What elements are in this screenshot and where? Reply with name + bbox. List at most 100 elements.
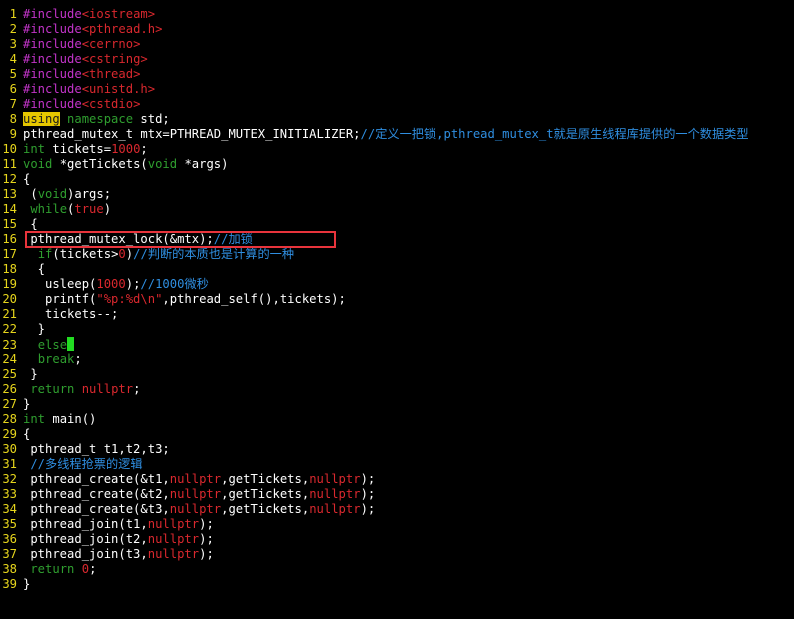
line-number: 19 bbox=[2, 277, 17, 291]
line-code: int tickets=1000; bbox=[23, 142, 148, 156]
code-line[interactable]: 35 pthread_join(t1,nullptr); bbox=[0, 517, 794, 532]
line-number: 38 bbox=[2, 562, 17, 576]
code-line[interactable]: 13 (void)args; bbox=[0, 187, 794, 202]
code-line[interactable]: 38 return 0; bbox=[0, 562, 794, 577]
code-line[interactable]: 34 pthread_create(&t3,nullptr,getTickets… bbox=[0, 502, 794, 517]
code-line[interactable]: 2 #include<pthread.h> bbox=[0, 22, 794, 37]
line-code: else bbox=[23, 337, 75, 352]
code-line[interactable]: 17 if(tickets>0)//判断的本质也是计算的一种 bbox=[0, 247, 794, 262]
line-code: { bbox=[23, 172, 30, 186]
code-token-default: ( bbox=[23, 187, 38, 201]
code-token-string: <cerrno> bbox=[81, 37, 141, 51]
code-token-comment: //1000微秒 bbox=[140, 277, 209, 291]
line-number: 30 bbox=[2, 442, 17, 456]
code-token-default: ); bbox=[199, 517, 214, 531]
code-line[interactable]: 10 int tickets=1000; bbox=[0, 142, 794, 157]
line-number: 31 bbox=[2, 457, 17, 471]
code-line[interactable]: 12 { bbox=[0, 172, 794, 187]
code-line[interactable]: 19 usleep(1000);//1000微秒 bbox=[0, 277, 794, 292]
line-code: while(true) bbox=[23, 202, 111, 216]
code-line[interactable]: 18 { bbox=[0, 262, 794, 277]
code-line[interactable]: 5 #include<thread> bbox=[0, 67, 794, 82]
code-token-default: { bbox=[23, 172, 31, 186]
code-token-default: pthread_join(t3, bbox=[23, 547, 148, 561]
code-token-default: pthread_mutex_t mtx=PTHREAD_MUTEX_INITIA… bbox=[23, 127, 361, 141]
line-number: 22 bbox=[2, 322, 17, 336]
code-token-number: nullptr bbox=[147, 532, 200, 546]
line-code: { bbox=[23, 217, 38, 231]
code-token-string: "%p:%d\n" bbox=[96, 292, 163, 306]
line-code: #include<pthread.h> bbox=[23, 22, 162, 36]
code-line[interactable]: 20 printf("%p:%d\n",pthread_self(),ticke… bbox=[0, 292, 794, 307]
line-number: 7 bbox=[9, 97, 17, 111]
code-token-number: 1000 bbox=[111, 142, 141, 156]
code-line[interactable]: 16 pthread_mutex_lock(&mtx);//加锁 bbox=[0, 232, 794, 247]
code-line[interactable]: 27} bbox=[0, 397, 794, 412]
code-line[interactable]: 3 #include<cerrno> bbox=[0, 37, 794, 52]
line-number: 8 bbox=[9, 112, 17, 126]
code-line[interactable]: 37 pthread_join(t3,nullptr); bbox=[0, 547, 794, 562]
code-token-default bbox=[60, 112, 67, 126]
code-line[interactable]: 6 #include<unistd.h> bbox=[0, 82, 794, 97]
code-line[interactable]: 15 { bbox=[0, 217, 794, 232]
code-line[interactable]: 4 #include<cstring> bbox=[0, 52, 794, 67]
line-code: pthread_mutex_t mtx=PTHREAD_MUTEX_INITIA… bbox=[23, 127, 749, 141]
code-line[interactable]: 32 pthread_create(&t1,nullptr,getTickets… bbox=[0, 472, 794, 487]
code-token-default: } bbox=[23, 397, 31, 411]
line-number: 9 bbox=[9, 127, 17, 141]
code-token-default: ; bbox=[89, 562, 97, 576]
line-number: 20 bbox=[2, 292, 17, 306]
line-code: pthread_mutex_lock(&mtx);//加锁 bbox=[23, 232, 253, 246]
line-number: 36 bbox=[2, 532, 17, 546]
line-code: { bbox=[23, 262, 45, 276]
code-token-default bbox=[23, 247, 38, 261]
line-number: 28 bbox=[2, 412, 17, 426]
code-line[interactable]: 9 pthread_mutex_t mtx=PTHREAD_MUTEX_INITI… bbox=[0, 127, 794, 142]
code-line[interactable]: 14 while(true) bbox=[0, 202, 794, 217]
code-editor[interactable]: 1 #include<iostream> 2 #include<pthread.h> 3… bbox=[0, 7, 794, 592]
line-code: #include<unistd.h> bbox=[23, 82, 155, 96]
line-number: 13 bbox=[2, 187, 17, 201]
code-token-preproc: #include bbox=[23, 52, 82, 66]
line-code: printf("%p:%d\n",pthread_self(),tickets)… bbox=[23, 292, 346, 306]
code-token-comment: //多线程抢票的逻辑 bbox=[30, 457, 143, 471]
code-line[interactable]: 30 pthread_t t1,t2,t3; bbox=[0, 442, 794, 457]
line-code: } bbox=[23, 367, 37, 381]
line-number: 14 bbox=[2, 202, 17, 216]
code-token-preproc: #include bbox=[23, 67, 82, 81]
code-token-preproc: #include bbox=[23, 37, 82, 51]
code-line[interactable]: 29 { bbox=[0, 427, 794, 442]
code-token-default: tickets--; bbox=[23, 307, 119, 321]
code-token-default: ); bbox=[360, 487, 376, 501]
line-number: 37 bbox=[2, 547, 17, 561]
line-code: break; bbox=[23, 352, 82, 366]
line-number: 3 bbox=[9, 37, 17, 51]
code-line[interactable]: 39} bbox=[0, 577, 794, 592]
code-token-number: 0 bbox=[81, 562, 90, 576]
code-line[interactable]: 7 #include<cstdio> bbox=[0, 97, 794, 112]
code-line[interactable]: 28 int main() bbox=[0, 412, 794, 427]
code-line[interactable]: 23 else bbox=[0, 337, 794, 352]
code-line[interactable]: 36 pthread_join(t2,nullptr); bbox=[0, 532, 794, 547]
code-token-number: nullptr bbox=[81, 382, 134, 396]
code-line[interactable]: 1 #include<iostream> bbox=[0, 7, 794, 22]
code-line[interactable]: 22 } bbox=[0, 322, 794, 337]
code-line[interactable]: 11 void *getTickets(void *args) bbox=[0, 157, 794, 172]
code-token-default: ) bbox=[125, 247, 134, 261]
code-token-default: printf( bbox=[23, 292, 97, 306]
code-line[interactable]: 33 pthread_create(&t2,nullptr,getTickets… bbox=[0, 487, 794, 502]
code-line[interactable]: 26 return nullptr; bbox=[0, 382, 794, 397]
line-code: } bbox=[23, 322, 45, 336]
code-token-number: nullptr bbox=[169, 502, 222, 516]
code-line[interactable]: 31 //多线程抢票的逻辑 bbox=[0, 457, 794, 472]
code-line[interactable]: 25 } bbox=[0, 367, 794, 382]
code-token-default: ,getTickets, bbox=[221, 502, 310, 516]
code-line[interactable]: 8 using namespace std; bbox=[0, 112, 794, 127]
code-token-default: ,getTickets, bbox=[221, 472, 310, 486]
code-line[interactable]: 21 tickets--; bbox=[0, 307, 794, 322]
code-token-preproc: #include bbox=[23, 82, 82, 96]
code-token-default: ) bbox=[103, 202, 112, 216]
code-token-default: { bbox=[23, 217, 38, 231]
code-token-default: pthread_mutex_lock(&mtx); bbox=[23, 232, 214, 246]
code-line[interactable]: 24 break; bbox=[0, 352, 794, 367]
